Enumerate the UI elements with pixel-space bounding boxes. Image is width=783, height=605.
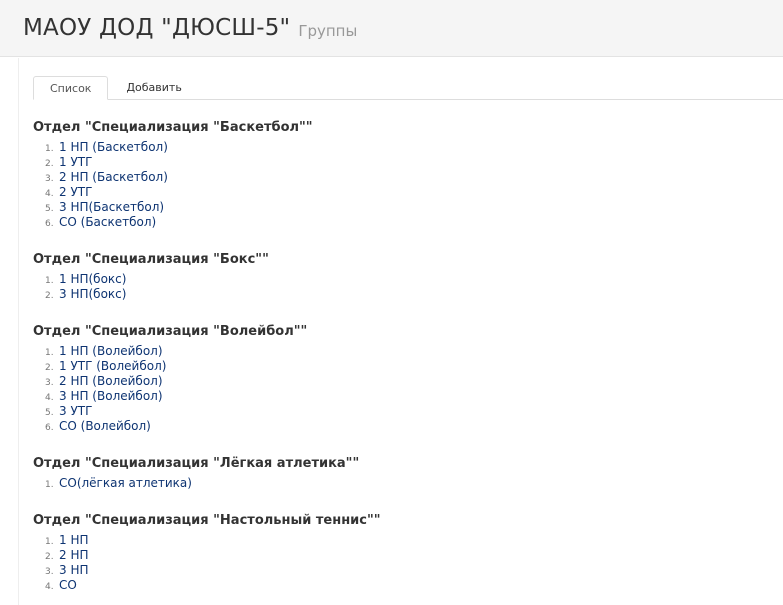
group-link[interactable]: 3 НП (Волейбол) [59,389,163,404]
main-content: Список Добавить Отдел "Специализация "Ба… [18,58,783,605]
list-item: 1. 1 НП(бокс) [45,272,127,287]
group-link[interactable]: 3 УТГ [59,404,92,419]
group-link[interactable]: 3 НП(Баскетбол) [59,200,164,215]
list-item: 1. 1 НП [45,533,89,548]
list-item: 2. 2 НП [45,548,89,563]
page-subtitle: Группы [298,22,358,40]
group-link[interactable]: 1 НП(бокс) [59,272,126,287]
department-title: Отдел "Специализация "Лёгкая атлетика"" [33,456,360,471]
list-item: 4. 2 УТГ [45,185,93,200]
list-item: 3. 3 НП [45,563,89,578]
page-title: МАОУ ДОД "ДЮСШ-5" [23,15,291,41]
group-list: 1. 1 НП 2. 2 НП 3. 3 НП 4. СО [45,533,381,593]
list-item: 4. 3 НП (Волейбол) [45,389,163,404]
list-item: 2. 3 НП(бокс) [45,287,127,302]
department-title: Отдел "Специализация "Баскетбол"" [33,120,313,135]
group-link[interactable]: СО(лёгкая атлетика) [59,476,192,491]
group-link[interactable]: 3 НП(бокс) [59,287,126,302]
group-link[interactable]: СО (Волейбол) [59,419,151,434]
department-title: Отдел "Специализация "Бокс"" [33,252,269,267]
group-link[interactable]: 2 НП (Волейбол) [59,374,163,389]
list-item: 1. 1 НП (Волейбол) [45,344,163,359]
group-list: 1. СО(лёгкая атлетика) [45,476,359,491]
list-item: 5. 3 НП(Баскетбол) [45,200,165,215]
department-volleyball: Отдел "Специализация "Волейбол"" 1. 1 НП … [33,323,307,434]
group-list: 1. 1 НП (Баскетбол) 2. 1 УТГ 3. 2 НП (Баске… [45,140,313,230]
list-item: 1. 1 НП (Баскетбол) [45,140,168,155]
list-item: 1. СО(лёгкая атлетика) [45,476,192,491]
tab-bar: Список Добавить [33,76,783,100]
group-link[interactable]: 1 НП (Баскетбол) [59,140,168,155]
list-item: 6. СО (Волейбол) [45,419,151,434]
list-item: 3. 2 НП (Волейбол) [45,374,163,389]
tab-add[interactable]: Добавить [110,76,197,100]
department-boxing: Отдел "Специализация "Бокс"" 1. 1 НП(бокс… [33,251,269,302]
tab-list[interactable]: Список [33,76,109,100]
department-basketball: Отдел "Специализация "Баскетбол"" 1. 1 НП… [33,119,313,230]
list-item: 3. 2 НП (Баскетбол) [45,170,168,185]
list-item: 4. СО [45,578,77,593]
list-item: 2. 1 УТГ (Волейбол) [45,359,167,374]
page-header: МАОУ ДОД "ДЮСШ-5" Группы [0,0,783,57]
department-table-tennis: Отдел "Специализация "Настольный теннис"… [33,512,381,593]
group-link[interactable]: СО [59,578,77,593]
group-link[interactable]: 2 НП [59,548,89,563]
list-item: 6. СО (Баскетбол) [45,215,157,230]
department-title: Отдел "Специализация "Настольный теннис"… [33,513,381,528]
group-link[interactable]: 2 УТГ [59,185,92,200]
group-link[interactable]: СО (Баскетбол) [59,215,156,230]
group-link[interactable]: 2 НП (Баскетбол) [59,170,168,185]
list-item: 2. 1 УТГ [45,155,93,170]
group-link[interactable]: 3 НП [59,563,89,578]
group-list: 1. 1 НП (Волейбол) 2. 1 УТГ (Волейбол) 3. 2… [45,344,307,434]
group-link[interactable]: 1 НП (Волейбол) [59,344,163,359]
department-athletics: Отдел "Специализация "Лёгкая атлетика"" … [33,455,359,491]
group-link[interactable]: 1 НП [59,533,89,548]
list-item: 5. 3 УТГ [45,404,93,419]
group-link[interactable]: 1 УТГ [59,155,92,170]
department-title: Отдел "Специализация "Волейбол"" [33,324,308,339]
group-list: 1. 1 НП(бокс) 2. 3 НП(бокс) [45,272,269,302]
group-link[interactable]: 1 УТГ (Волейбол) [59,359,166,374]
